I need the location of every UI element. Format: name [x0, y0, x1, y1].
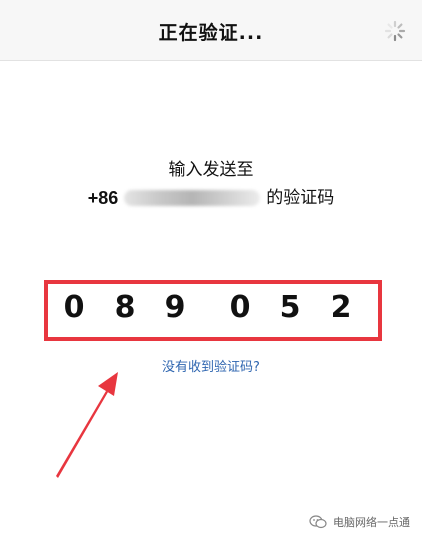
- country-code: +86: [87, 188, 119, 208]
- annotation-arrow: [56, 372, 118, 478]
- prompt-line-1: 输入发送至: [168, 160, 254, 180]
- code-digit-2: 8: [114, 290, 136, 325]
- code-digit-4: 0: [229, 290, 251, 325]
- code-digit-5: 5: [279, 290, 301, 325]
- code-digit-1: 0: [63, 290, 85, 325]
- loading-spinner-icon: [384, 20, 406, 42]
- wechat-icon: [309, 515, 327, 529]
- watermark-text: 电脑网络一点通: [333, 516, 410, 529]
- page-title: 正在验证...: [158, 22, 264, 44]
- prompt-line-2-suffix: 的验证码: [266, 188, 335, 208]
- watermark: 电脑网络一点通: [309, 514, 410, 530]
- nav-bar: 正在验证...: [0, 0, 422, 61]
- sent-to-prompt: 输入发送至 +86 的验证码: [0, 156, 422, 212]
- code-digit-3: 9: [164, 290, 186, 325]
- verification-code-input[interactable]: 0 8 9 0 5 2: [44, 280, 382, 341]
- verification-screen: 正在验证... 输入发送至 +86 的验证码 0 8 9 0 5 2 没有收到验…: [0, 0, 422, 540]
- not-received-code-link[interactable]: 没有收到验证码?: [0, 356, 422, 375]
- masked-phone-number: [124, 190, 261, 206]
- phone-line: +86 的验证码: [0, 184, 422, 212]
- code-digit-6: 2: [330, 290, 352, 325]
